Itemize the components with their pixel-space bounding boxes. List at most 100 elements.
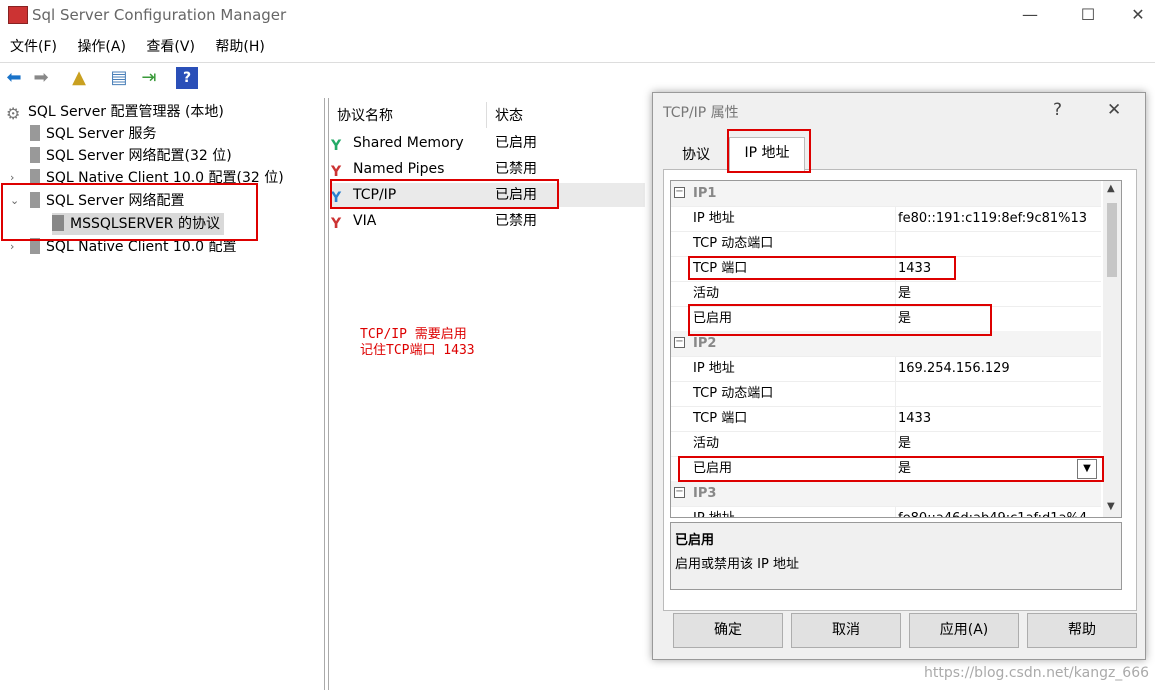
grid-column-divider (895, 381, 896, 406)
menu-bar: 文件(F) 操作(A) 查看(V) 帮助(H) (0, 36, 271, 58)
dialog-title: TCP/IP 属性 (663, 105, 739, 121)
grid-property-row[interactable]: IP 地址 169.254.156.129 (671, 356, 1101, 382)
ok-button[interactable]: 确定 (673, 613, 783, 648)
menu-action[interactable]: 操作(A) (77, 36, 126, 56)
protocol-icon: Y (331, 216, 342, 232)
highlight-ip1-port (688, 256, 956, 280)
tree-item-label: SQL Server 服务 (46, 126, 157, 142)
grid-property-row[interactable]: IP 地址 fe80::a46d:ab49:c1af:d1a%4 (671, 506, 1101, 517)
back-arrow-icon[interactable]: ⬅ (3, 67, 25, 89)
up-folder-icon[interactable]: ▲ (68, 67, 90, 89)
tab-protocol[interactable]: 协议 (665, 141, 727, 169)
column-header-status[interactable]: 状态 (495, 104, 523, 128)
list-row-shared-memory[interactable]: Y Shared Memory 已启用 (331, 131, 645, 155)
tcpip-properties-dialog: TCP/IP 属性 ? ✕ 协议 IP 地址 − IP1 IP 地址 fe80::19… (652, 92, 1146, 660)
list-row-via[interactable]: Y VIA 已禁用 (331, 209, 645, 233)
grid-category-label: IP3 (693, 486, 717, 501)
close-button[interactable]: ✕ (1118, 4, 1155, 26)
highlight-tcp-ip-row (330, 179, 559, 209)
grid-property-row[interactable]: TCP 动态端口 (671, 231, 1101, 257)
grid-property-value[interactable]: 169.254.156.129 (898, 356, 1010, 381)
annotation-note: TCP/IP 需要启用 记住TCP端口 1433 (360, 327, 475, 359)
tree-panel: ⚙ SQL Server 配置管理器 (本地) SQL Server 服务 SQL… (0, 98, 325, 690)
help-icon[interactable]: ? (176, 67, 198, 89)
highlight-ip1-enabled (688, 304, 992, 336)
watermark: https://blog.csdn.net/kangz_666 (924, 665, 1150, 681)
dialog-close-button[interactable]: ✕ (1107, 100, 1121, 120)
grid-property-value[interactable]: 是 (898, 281, 911, 306)
collapse-icon[interactable]: − (674, 187, 685, 198)
export-list-icon[interactable]: ⇥ (138, 67, 160, 89)
grid-property-value[interactable]: fe80::a46d:ab49:c1af:d1a%4 (898, 506, 1087, 517)
title-bar: Sql Server Configuration Manager — ☐ ✕ (0, 0, 1155, 30)
scroll-down-icon[interactable]: ▼ (1107, 501, 1115, 512)
highlight-network-config (1, 183, 258, 241)
ip-addresses-panel: − IP1 IP 地址 fe80::191:c119:8ef:9c81%13 TCP 动… (663, 169, 1137, 611)
grid-property-name: TCP 动态端口 (693, 386, 774, 401)
column-header-name[interactable]: 协议名称 (337, 104, 393, 128)
menu-view[interactable]: 查看(V) (146, 36, 195, 56)
grid-property-row[interactable]: TCP 端口 1433 (671, 406, 1101, 432)
minimize-button[interactable]: — (1010, 4, 1050, 26)
help-button[interactable]: 帮助 (1027, 613, 1137, 648)
menu-file[interactable]: 文件(F) (10, 36, 57, 56)
grid-property-name: TCP 动态端口 (693, 236, 774, 251)
list-row-named-pipes[interactable]: Y Named Pipes 已禁用 (331, 157, 645, 181)
tree-root-label: SQL Server 配置管理器 (本地) (28, 104, 224, 120)
tree-item-network-32[interactable]: SQL Server 网络配置(32 位) (30, 145, 232, 167)
grid-property-name: 活动 (693, 436, 720, 451)
grid-property-name: TCP 端口 (693, 411, 748, 426)
forward-arrow-icon[interactable]: ➡ (30, 67, 52, 89)
grid-category-label: IP1 (693, 186, 717, 201)
grid-category[interactable]: − IP1 (671, 181, 1101, 207)
scrollbar-thumb[interactable] (1107, 203, 1117, 277)
scroll-up-icon[interactable]: ▲ (1107, 183, 1115, 194)
grid-category[interactable]: − IP3 (671, 481, 1101, 507)
protocol-status: 已禁用 (495, 213, 537, 229)
window-title: Sql Server Configuration Manager (32, 6, 287, 24)
tree-item-label: SQL Server 网络配置(32 位) (46, 148, 232, 164)
highlight-ip2-enabled (678, 456, 1104, 482)
grid-property-row[interactable]: IP 地址 fe80::191:c119:8ef:9c81%13 (671, 206, 1101, 232)
annotation-line-2: 记住TCP端口 1433 (360, 343, 475, 358)
server-icon (30, 147, 40, 163)
grid-column-divider (895, 406, 896, 431)
protocol-list: 协议名称 状态 Y Shared Memory 已启用 Y Named Pipes … (328, 98, 649, 690)
grid-property-name: IP 地址 (693, 361, 735, 376)
description-title: 已启用 (675, 533, 715, 548)
app-icon (8, 6, 28, 24)
highlight-ip-tab (727, 129, 811, 173)
grid-property-value[interactable]: 1433 (898, 406, 931, 431)
protocol-icon: Y (331, 138, 342, 154)
dialog-help-button[interactable]: ? (1053, 100, 1062, 120)
grid-property-value[interactable]: fe80::191:c119:8ef:9c81%13 (898, 206, 1087, 231)
toolbar: ⬅ ➡ ▲ ▤ ⇥ ? (0, 62, 1155, 95)
grid-column-divider (895, 281, 896, 306)
protocol-name: Named Pipes (353, 161, 445, 177)
tree-root[interactable]: ⚙ SQL Server 配置管理器 (本地) (6, 101, 224, 123)
protocol-status: 已禁用 (495, 161, 537, 177)
apply-button[interactable]: 应用(A) (909, 613, 1019, 648)
annotation-line-1: TCP/IP 需要启用 (360, 327, 467, 342)
properties-icon[interactable]: ▤ (108, 67, 130, 89)
protocol-icon: Y (331, 164, 342, 180)
server-icon (30, 125, 40, 141)
grid-property-name: 活动 (693, 286, 720, 301)
grid-property-name: IP 地址 (693, 211, 735, 226)
maximize-button[interactable]: ☐ (1068, 4, 1108, 26)
collapse-icon[interactable]: − (674, 337, 685, 348)
grid-column-divider (895, 231, 896, 256)
menu-help[interactable]: 帮助(H) (215, 36, 264, 56)
protocol-name: Shared Memory (353, 135, 464, 151)
description-box: 已启用 启用或禁用该 IP 地址 (670, 522, 1122, 590)
cancel-button[interactable]: 取消 (791, 613, 901, 648)
grid-column-divider (895, 206, 896, 231)
collapse-icon[interactable]: − (674, 487, 685, 498)
grid-property-row[interactable]: 活动 是 (671, 431, 1101, 457)
grid-property-value[interactable]: 是 (898, 431, 911, 456)
grid-property-row[interactable]: TCP 动态端口 (671, 381, 1101, 407)
grid-column-divider (895, 356, 896, 381)
column-divider (486, 102, 487, 128)
protocol-status: 已启用 (495, 135, 537, 151)
tree-item-services[interactable]: SQL Server 服务 (30, 123, 157, 145)
